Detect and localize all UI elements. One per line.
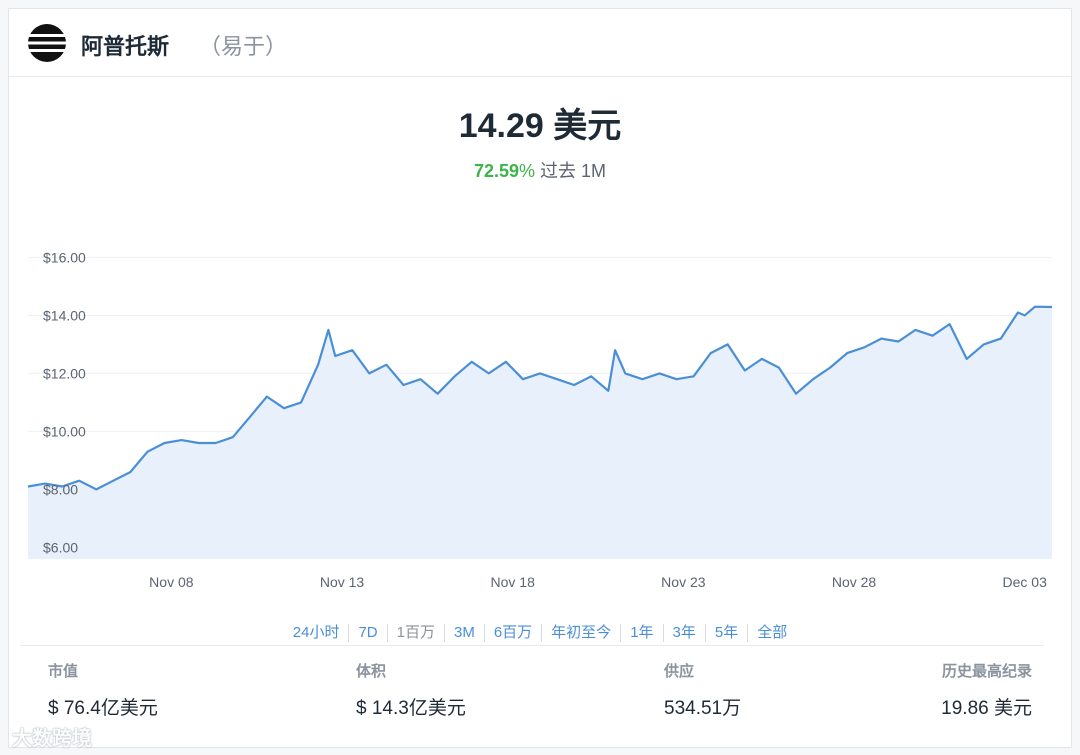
stat-value: $ 14.3亿美元 (356, 698, 466, 719)
y-tick-label: $14.00 (43, 307, 86, 323)
range-button[interactable]: 年初至今 (541, 624, 620, 642)
x-tick-label: Nov 18 (491, 574, 536, 590)
range-button[interactable]: 5年 (704, 624, 747, 642)
range-button[interactable]: 1年 (620, 624, 662, 642)
price-area (28, 306, 1052, 559)
stats-divider (20, 645, 1044, 646)
stat-label: 历史最高纪录 (941, 663, 1032, 680)
watermark: 大数跨境 (12, 728, 92, 750)
stat-block: 供应 534.51万 (664, 660, 741, 720)
stat-value: 19.86 美元 (941, 698, 1032, 719)
stat-block: 体积 $ 14.3亿美元 (356, 660, 466, 720)
range-button[interactable]: 24小时 (284, 624, 349, 642)
range-button[interactable]: 1百万 (386, 624, 444, 642)
range-button[interactable]: 6百万 (483, 624, 541, 642)
y-tick-label: $16.00 (43, 249, 86, 265)
stat-label: 供应 (664, 663, 695, 680)
x-tick-label: Dec 03 (1003, 574, 1048, 590)
y-tick-label: $10.00 (43, 423, 86, 439)
y-tick-label: $6.00 (43, 539, 78, 555)
stat-label: 体积 (356, 663, 387, 680)
range-button[interactable]: 3M (443, 624, 484, 642)
x-tick-label: Nov 23 (661, 574, 706, 590)
y-tick-label: $8.00 (43, 481, 78, 497)
stat-value: 534.51万 (664, 698, 742, 719)
stat-block: 历史最高纪录 19.86 美元 (941, 660, 1032, 720)
range-button[interactable]: 全部 (747, 624, 796, 642)
time-range-selector: 24小时 7D 1百万 3M 6百万 年初至今 1年 3年 5年 全部 (0, 624, 1080, 642)
x-tick-label: Nov 08 (149, 574, 194, 590)
x-tick-label: Nov 28 (832, 574, 877, 590)
y-tick-label: $12.00 (43, 365, 86, 381)
stat-label: 市值 (48, 663, 79, 680)
stat-value: $ 76.4亿美元 (48, 698, 158, 719)
price-chart: $6.00 $8.00 $10.00 $12.00 $14.00 $16.00 Nov 08… (27, 249, 1053, 590)
range-button[interactable]: 3年 (662, 624, 705, 642)
range-button[interactable]: 7D (348, 624, 386, 642)
x-tick-label: Nov 13 (320, 574, 365, 590)
stat-block: 市值 $ 76.4亿美元 (48, 660, 158, 720)
